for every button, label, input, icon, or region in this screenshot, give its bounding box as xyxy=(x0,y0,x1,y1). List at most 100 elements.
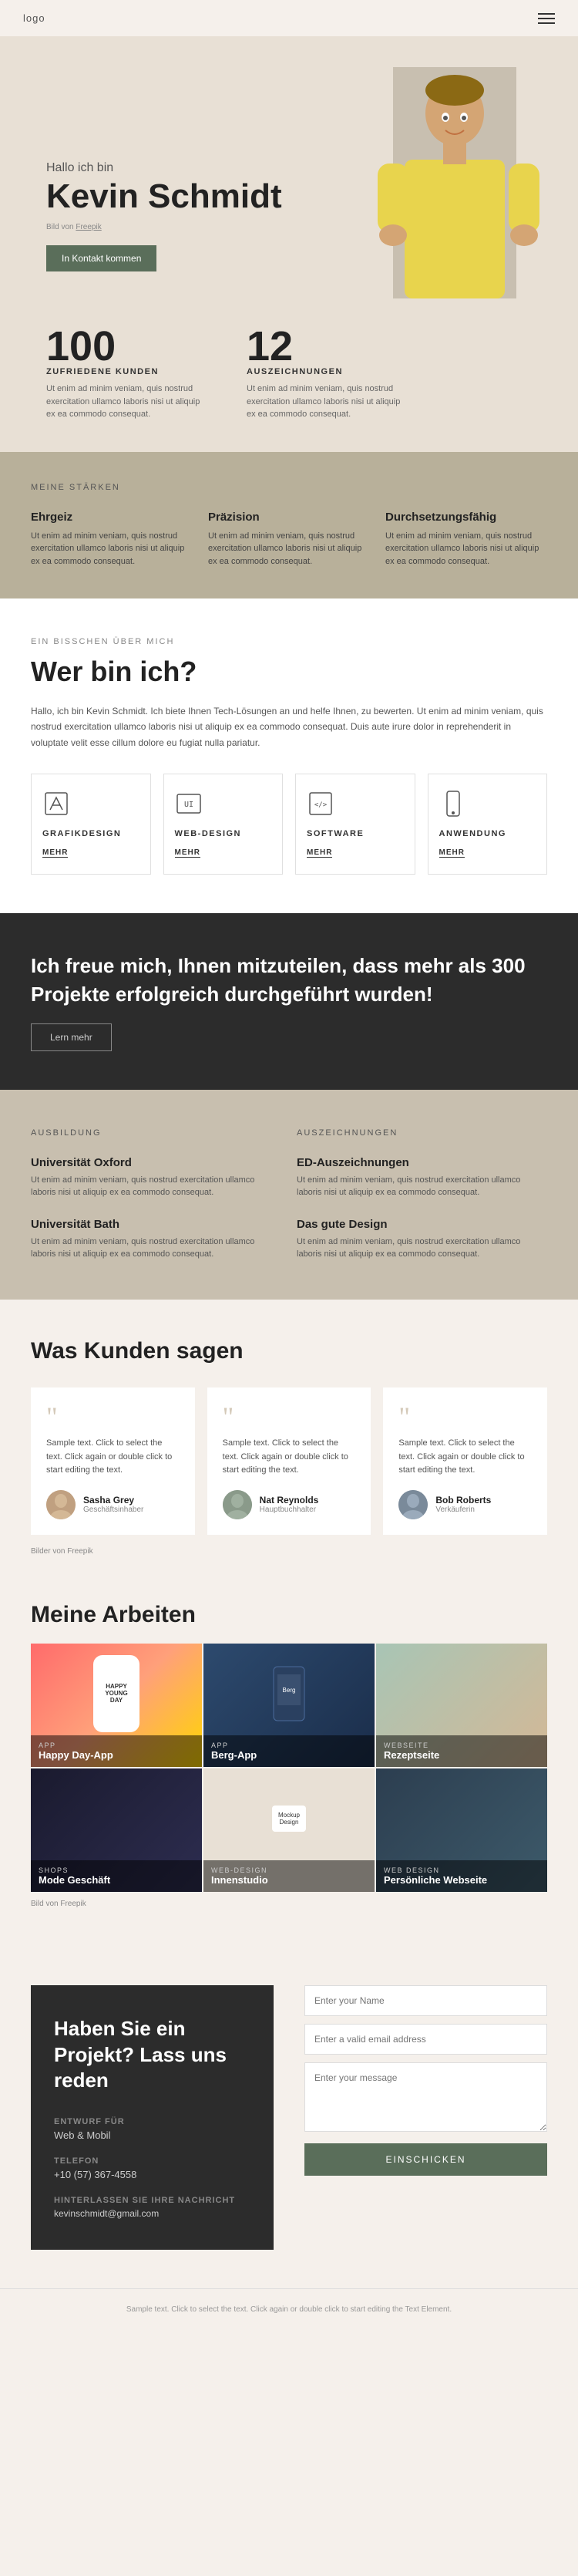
skill-name: WEB-DESIGN xyxy=(175,829,272,838)
education-label: AUSBILDUNG xyxy=(31,1128,281,1138)
education-column: AUSBILDUNG Universität Oxford Ut enim ad… xyxy=(31,1128,281,1261)
stat-awards: 12 AUSZEICHNUNGEN Ut enim ad minim venia… xyxy=(247,325,401,421)
skill-link[interactable]: MEHR xyxy=(439,848,465,858)
testimonial-text: Sample text. Click to select the text. C… xyxy=(46,1437,180,1478)
portfolio-item-3[interactable]: WEBSEITE Rezeptseite xyxy=(376,1644,547,1767)
portfolio-name: Mode Geschäft xyxy=(39,1874,194,1886)
testimonial-card-3: " Sample text. Click to select the text.… xyxy=(383,1387,547,1535)
strengths-section: MEINE STÄRKEN Ehrgeiz Ut enim ad minim v… xyxy=(0,452,578,599)
skill-card-anwendung: ANWENDUNG MEHR xyxy=(428,774,548,875)
portfolio-section: Meine Arbeiten APP Happy Day-App HAPPYYO… xyxy=(0,1594,578,1947)
email-input[interactable] xyxy=(304,2024,547,2055)
portfolio-name: Persönliche Webseite xyxy=(384,1874,539,1886)
contact-info: Haben Sie ein Projekt? Lass uns reden En… xyxy=(31,1985,274,2250)
cta-button[interactable]: Lern mehr xyxy=(31,1023,112,1051)
education-section: AUSBILDUNG Universität Oxford Ut enim ad… xyxy=(0,1090,578,1300)
skill-name: GRAFIKDESIGN xyxy=(42,829,139,838)
skill-link[interactable]: MEHR xyxy=(42,848,68,858)
author-name: Bob Roberts xyxy=(435,1495,491,1505)
submit-button[interactable]: EINSCHICKEN xyxy=(304,2143,547,2176)
author-avatar xyxy=(223,1490,252,1519)
hero-credit: Bild von Freepik xyxy=(46,223,362,231)
cta-section: Ich freue mich, Ihnen mitzuteilen, dass … xyxy=(0,913,578,1090)
hero-greeting: Hallo ich bin xyxy=(46,161,362,175)
stat-customers: 100 ZUFRIEDENE KUNDEN Ut enim ad minim v… xyxy=(46,325,200,421)
contact-type-value: Web & Mobil xyxy=(54,2129,250,2141)
strength-text: Ut enim ad minim veniam, quis nostrud ex… xyxy=(31,530,193,568)
cta-text: Ich freue mich, Ihnen mitzuteilen, dass … xyxy=(31,952,547,1008)
quote-mark-icon: " xyxy=(223,1403,356,1431)
strength-text: Ut enim ad minim veniam, quis nostrud ex… xyxy=(385,530,547,568)
portfolio-credit: Bild von Freepik xyxy=(31,1900,547,1908)
skill-card-webdesign: UI WEB-DESIGN MEHR xyxy=(163,774,284,875)
hero-image xyxy=(362,67,547,302)
contact-button[interactable]: In Kontakt kommen xyxy=(46,245,156,271)
edu-title: Universität Oxford xyxy=(31,1156,281,1169)
hero-name: Kevin Schmidt xyxy=(46,178,362,215)
contact-form: EINSCHICKEN xyxy=(304,1985,547,2250)
quote-mark-icon: " xyxy=(46,1403,180,1431)
skill-icon: UI xyxy=(175,790,272,821)
contact-phone-value: +10 (57) 367-4558 xyxy=(54,2169,250,2180)
portfolio-name: Innenstudio xyxy=(211,1874,367,1886)
portfolio-item-1[interactable]: APP Happy Day-App HAPPYYOUNGDAY xyxy=(31,1644,202,1767)
stat-desc: Ut enim ad minim veniam, quis nostrud ex… xyxy=(46,383,200,421)
contact-title: Haben Sie ein Projekt? Lass uns reden xyxy=(54,2016,250,2094)
portfolio-item-5[interactable]: WEB-DESIGN Innenstudio MockupDesign xyxy=(203,1768,375,1892)
testimonial-author: Nat Reynolds Hauptbuchhalter xyxy=(223,1490,356,1519)
skill-name: ANWENDUNG xyxy=(439,829,536,838)
portfolio-tag: SHOPS xyxy=(39,1866,194,1874)
navigation: logo xyxy=(0,0,578,36)
strength-item-3: Durchsetzungsfähig Ut enim ad minim veni… xyxy=(385,511,547,568)
portfolio-title: Meine Arbeiten xyxy=(31,1594,547,1628)
award-desc: Ut enim ad minim veniam, quis nostrud ex… xyxy=(297,1174,547,1199)
skills-grid: GRAFIKDESIGN MEHR UI WEB-DESIGN MEHR </>… xyxy=(31,774,547,875)
strength-text: Ut enim ad minim veniam, quis nostrud ex… xyxy=(208,530,370,568)
skill-icon: </> xyxy=(307,790,404,821)
name-input[interactable] xyxy=(304,1985,547,2016)
testimonial-author: Sasha Grey Geschäftsinhaber xyxy=(46,1490,180,1519)
stats-section: 100 ZUFRIEDENE KUNDEN Ut enim ad minim v… xyxy=(0,302,578,452)
edu-item-1: Universität Oxford Ut enim ad minim veni… xyxy=(31,1156,281,1199)
testimonial-text: Sample text. Click to select the text. C… xyxy=(223,1437,356,1478)
portfolio-grid: APP Happy Day-App HAPPYYOUNGDAY APP Berg… xyxy=(31,1644,547,1892)
award-desc: Ut enim ad minim veniam, quis nostrud ex… xyxy=(297,1236,547,1261)
testimonials-section: Was Kunden sagen " Sample text. Click to… xyxy=(0,1300,578,1594)
skill-icon xyxy=(42,790,139,821)
skill-link[interactable]: MEHR xyxy=(307,848,332,858)
skill-card-software: </> SOFTWARE MEHR xyxy=(295,774,415,875)
contact-phone-label: Telefon xyxy=(54,2156,250,2166)
portfolio-tag: WEBSEITE xyxy=(384,1741,539,1749)
edu-desc: Ut enim ad minim veniam, quis nostrud ex… xyxy=(31,1174,281,1199)
author-role: Geschäftsinhaber xyxy=(83,1505,143,1514)
about-section: EIN BISSCHEN ÜBER MICH Wer bin ich? Hall… xyxy=(0,598,578,913)
awards-column: AUSZEICHNUNGEN ED-Auszeichnungen Ut enim… xyxy=(297,1128,547,1261)
section-label: MEINE STÄRKEN xyxy=(31,483,547,492)
portfolio-item-4[interactable]: SHOPS Mode Geschäft xyxy=(31,1768,202,1892)
award-title: Das gute Design xyxy=(297,1218,547,1231)
portfolio-tag: APP xyxy=(211,1741,367,1749)
svg-text:</>: </> xyxy=(314,801,328,809)
quote-mark-icon: " xyxy=(398,1403,532,1431)
author-role: Hauptbuchhalter xyxy=(260,1505,319,1514)
edu-desc: Ut enim ad minim veniam, quis nostrud ex… xyxy=(31,1236,281,1261)
portfolio-name: Happy Day-App xyxy=(39,1749,194,1761)
testimonial-card-1: " Sample text. Click to select the text.… xyxy=(31,1387,195,1535)
skill-icon xyxy=(439,790,536,821)
portfolio-item-6[interactable]: WEB DESIGN Persönliche Webseite xyxy=(376,1768,547,1892)
portfolio-tag: APP xyxy=(39,1741,194,1749)
strengths-grid: Ehrgeiz Ut enim ad minim veniam, quis no… xyxy=(31,511,547,568)
testimonials-grid: " Sample text. Click to select the text.… xyxy=(31,1387,547,1535)
hamburger-menu[interactable] xyxy=(538,13,555,24)
edu-item-2: Universität Bath Ut enim ad minim veniam… xyxy=(31,1218,281,1261)
svg-text:UI: UI xyxy=(183,801,193,809)
about-title: Wer bin ich? xyxy=(31,656,547,688)
svg-text:Berg: Berg xyxy=(283,1687,296,1694)
stat-label: ZUFRIEDENE KUNDEN xyxy=(46,367,200,376)
skill-link[interactable]: MEHR xyxy=(175,848,200,858)
message-textarea[interactable] xyxy=(304,2062,547,2132)
portfolio-tag: WEB-DESIGN xyxy=(211,1866,367,1874)
portfolio-item-2[interactable]: APP Berg-App Berg xyxy=(203,1644,375,1767)
contact-section: Haben Sie ein Projekt? Lass uns reden En… xyxy=(0,1947,578,2288)
stat-number: 100 xyxy=(46,325,200,367)
